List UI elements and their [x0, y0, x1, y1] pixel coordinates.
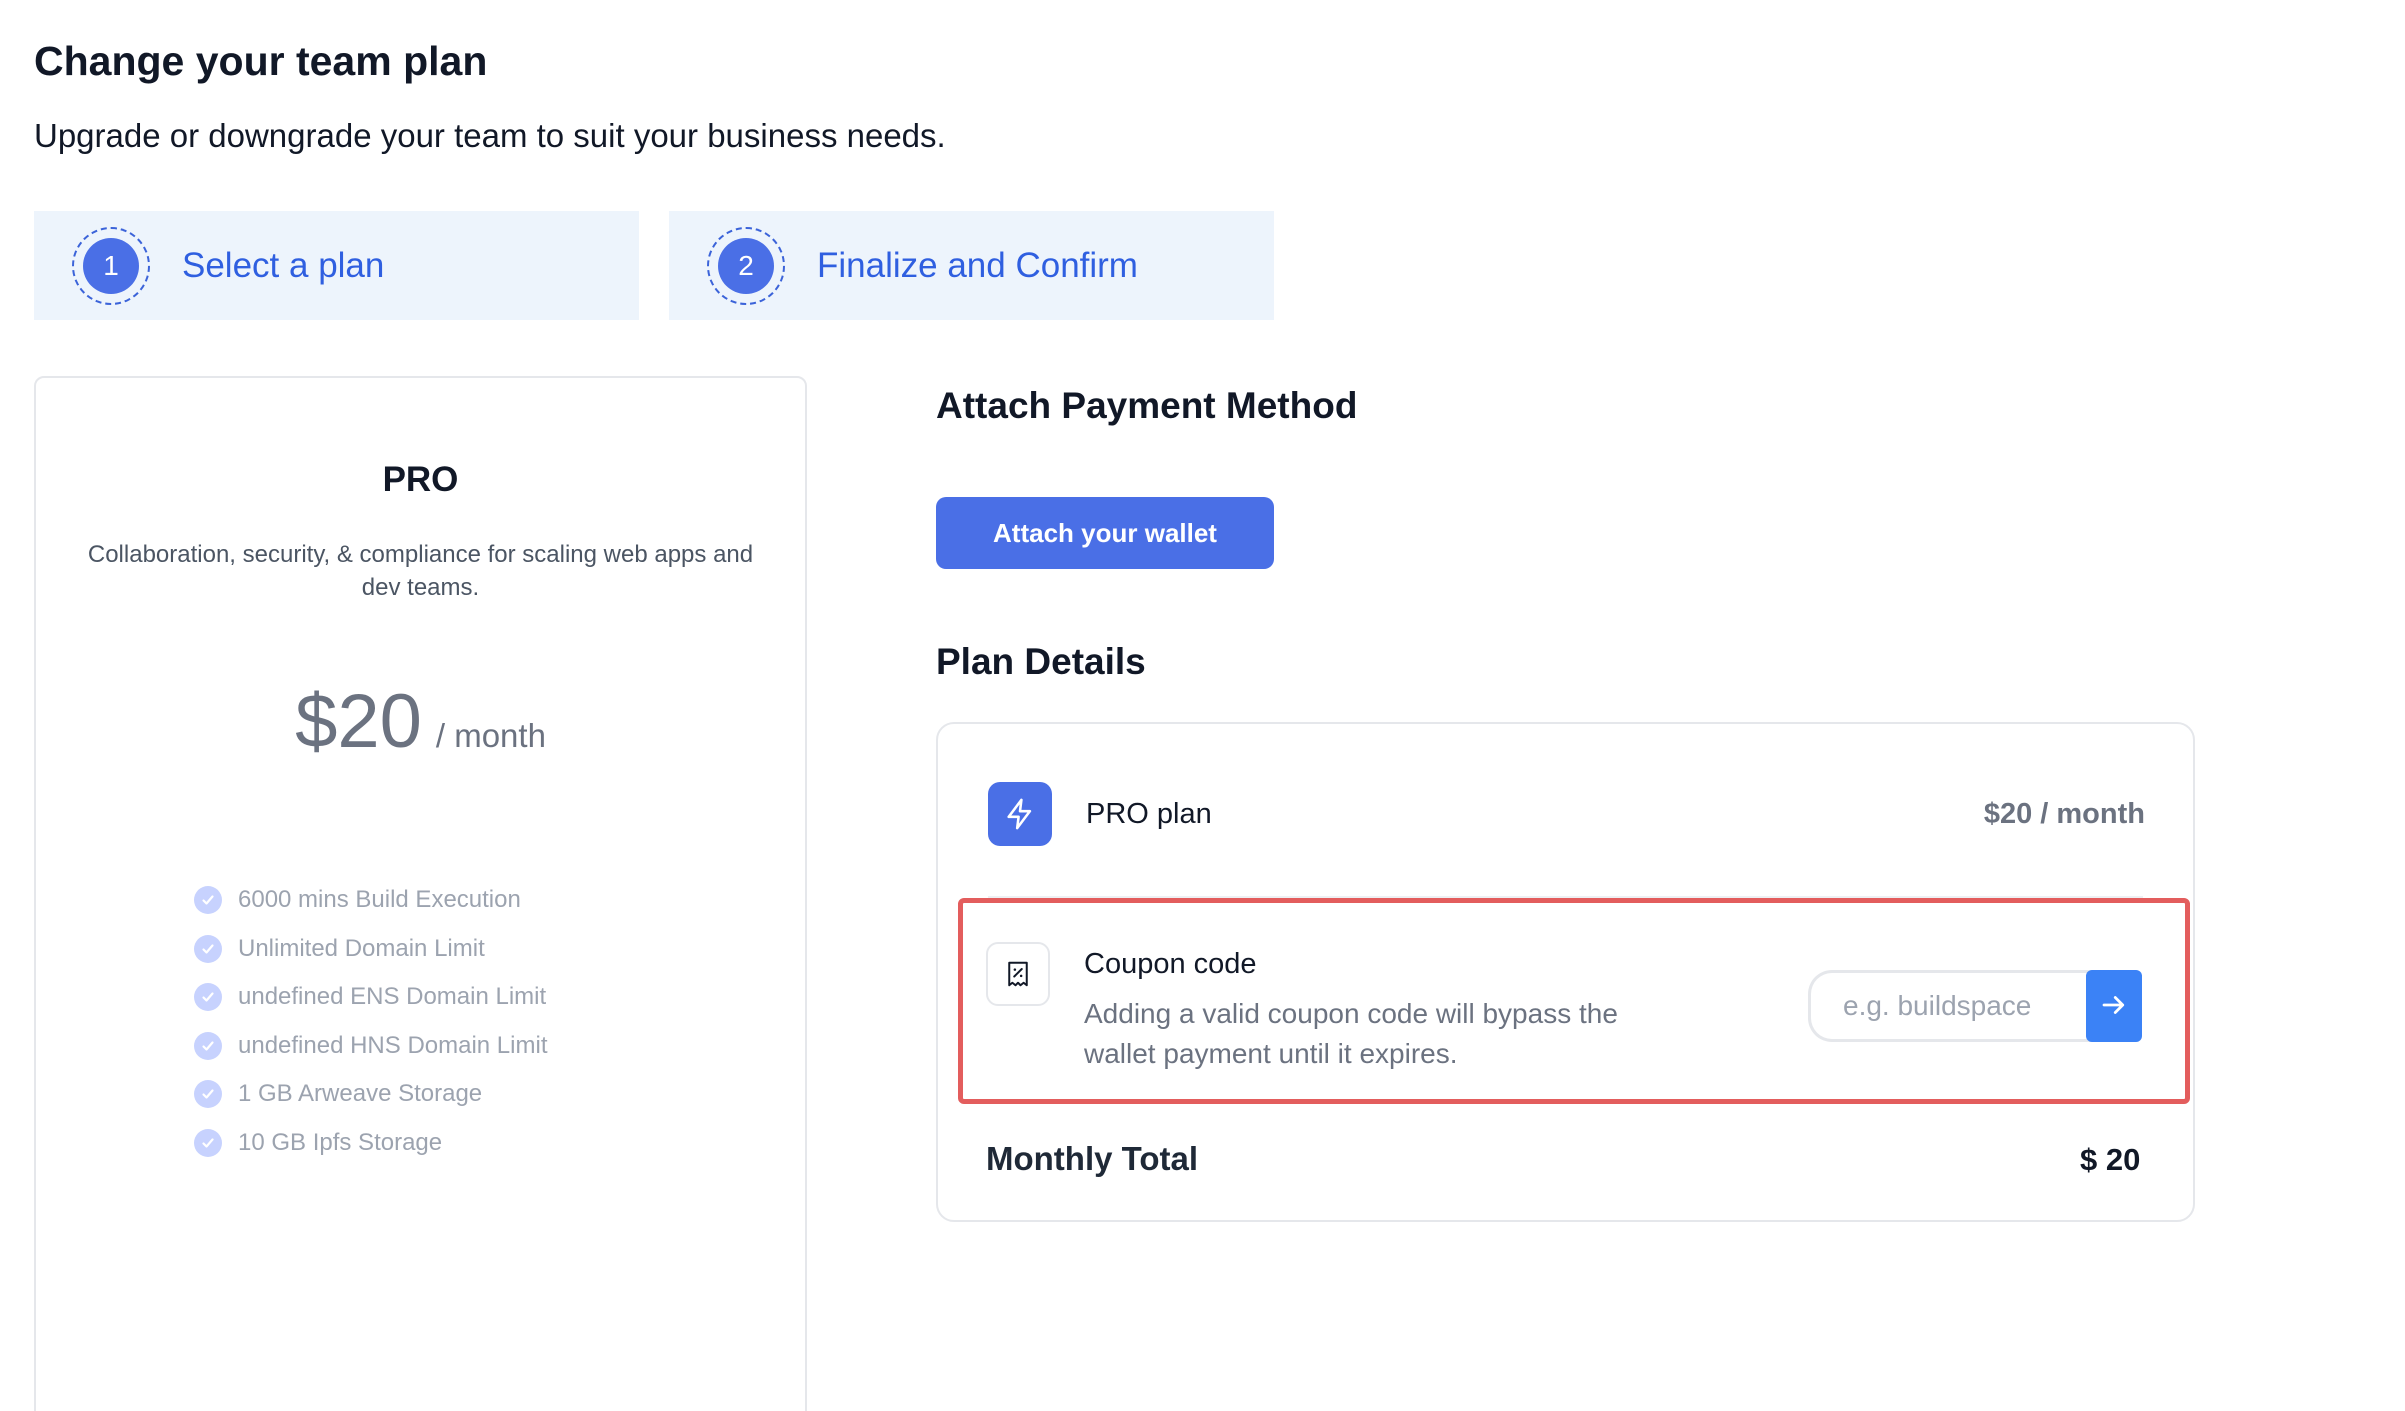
check-circle-icon	[194, 983, 222, 1012]
arrow-right-icon	[2099, 990, 2129, 1023]
ticket-icon	[986, 942, 1050, 1006]
feature-item: 10 GB Ipfs Storage	[194, 1119, 547, 1168]
step-indicator-icon: 1	[72, 226, 150, 305]
step-label: Select a plan	[182, 245, 385, 285]
coupon-description: Adding a valid coupon code will bypass t…	[1084, 998, 1618, 1069]
plan-card: PRO Collaboration, security, & complianc…	[34, 376, 807, 1411]
pro-plan-label: PRO plan	[1086, 798, 1212, 830]
step-indicator-icon: 2	[707, 226, 785, 305]
monthly-total-label: Monthly Total	[986, 1140, 1199, 1177]
coupon-input-wrapper	[1808, 970, 2128, 1042]
feature-label: 1 GB Arweave Storage	[238, 1080, 483, 1108]
coupon-input[interactable]	[1811, 973, 2128, 1039]
step-finalize-confirm[interactable]: 2 Finalize and Confirm	[669, 211, 1274, 320]
feature-item: Unlimited Domain Limit	[194, 925, 547, 974]
price-amount: $20	[295, 679, 422, 764]
attach-wallet-button[interactable]: Attach your wallet	[936, 497, 1274, 569]
feature-label: undefined HNS Domain Limit	[238, 1031, 548, 1059]
page-title: Change your team plan	[34, 38, 488, 84]
feature-label: 10 GB Ipfs Storage	[238, 1128, 443, 1156]
lightning-bolt-icon	[988, 782, 1052, 846]
step-number: 1	[83, 237, 139, 294]
feature-item: 6000 mins Build Execution	[194, 876, 547, 925]
coupon-title: Coupon code	[1084, 948, 1257, 980]
plan-description: Collaboration, security, & compliance fo…	[87, 541, 754, 601]
step-select-plan[interactable]: 1 Select a plan	[34, 211, 639, 320]
check-circle-icon	[194, 1031, 222, 1060]
step-label: Finalize and Confirm	[817, 245, 1138, 285]
check-circle-icon	[194, 1128, 222, 1157]
plan-details-title: Plan Details	[936, 641, 1146, 682]
feature-item: undefined ENS Domain Limit	[194, 973, 547, 1022]
pro-plan-price: $20 / month	[1983, 798, 2145, 830]
check-circle-icon	[194, 886, 222, 915]
feature-list: 6000 mins Build Execution Unlimited Doma…	[194, 876, 547, 1167]
step-number: 2	[718, 237, 774, 294]
plan-price: $20 / month	[36, 678, 805, 765]
price-period: / month	[435, 717, 546, 754]
page-subtitle: Upgrade or downgrade your team to suit y…	[34, 117, 946, 154]
payment-method-title: Attach Payment Method	[936, 385, 1358, 426]
check-circle-icon	[194, 934, 222, 963]
monthly-total-value: $ 20	[2080, 1142, 2141, 1177]
plan-name: PRO	[382, 460, 459, 499]
feature-item: 1 GB Arweave Storage	[194, 1070, 547, 1119]
feature-label: undefined ENS Domain Limit	[238, 983, 547, 1011]
feature-label: Unlimited Domain Limit	[238, 934, 485, 962]
coupon-submit-button[interactable]	[2086, 970, 2142, 1042]
check-circle-icon	[194, 1080, 222, 1109]
feature-item: undefined HNS Domain Limit	[194, 1022, 547, 1071]
feature-label: 6000 mins Build Execution	[238, 886, 521, 914]
